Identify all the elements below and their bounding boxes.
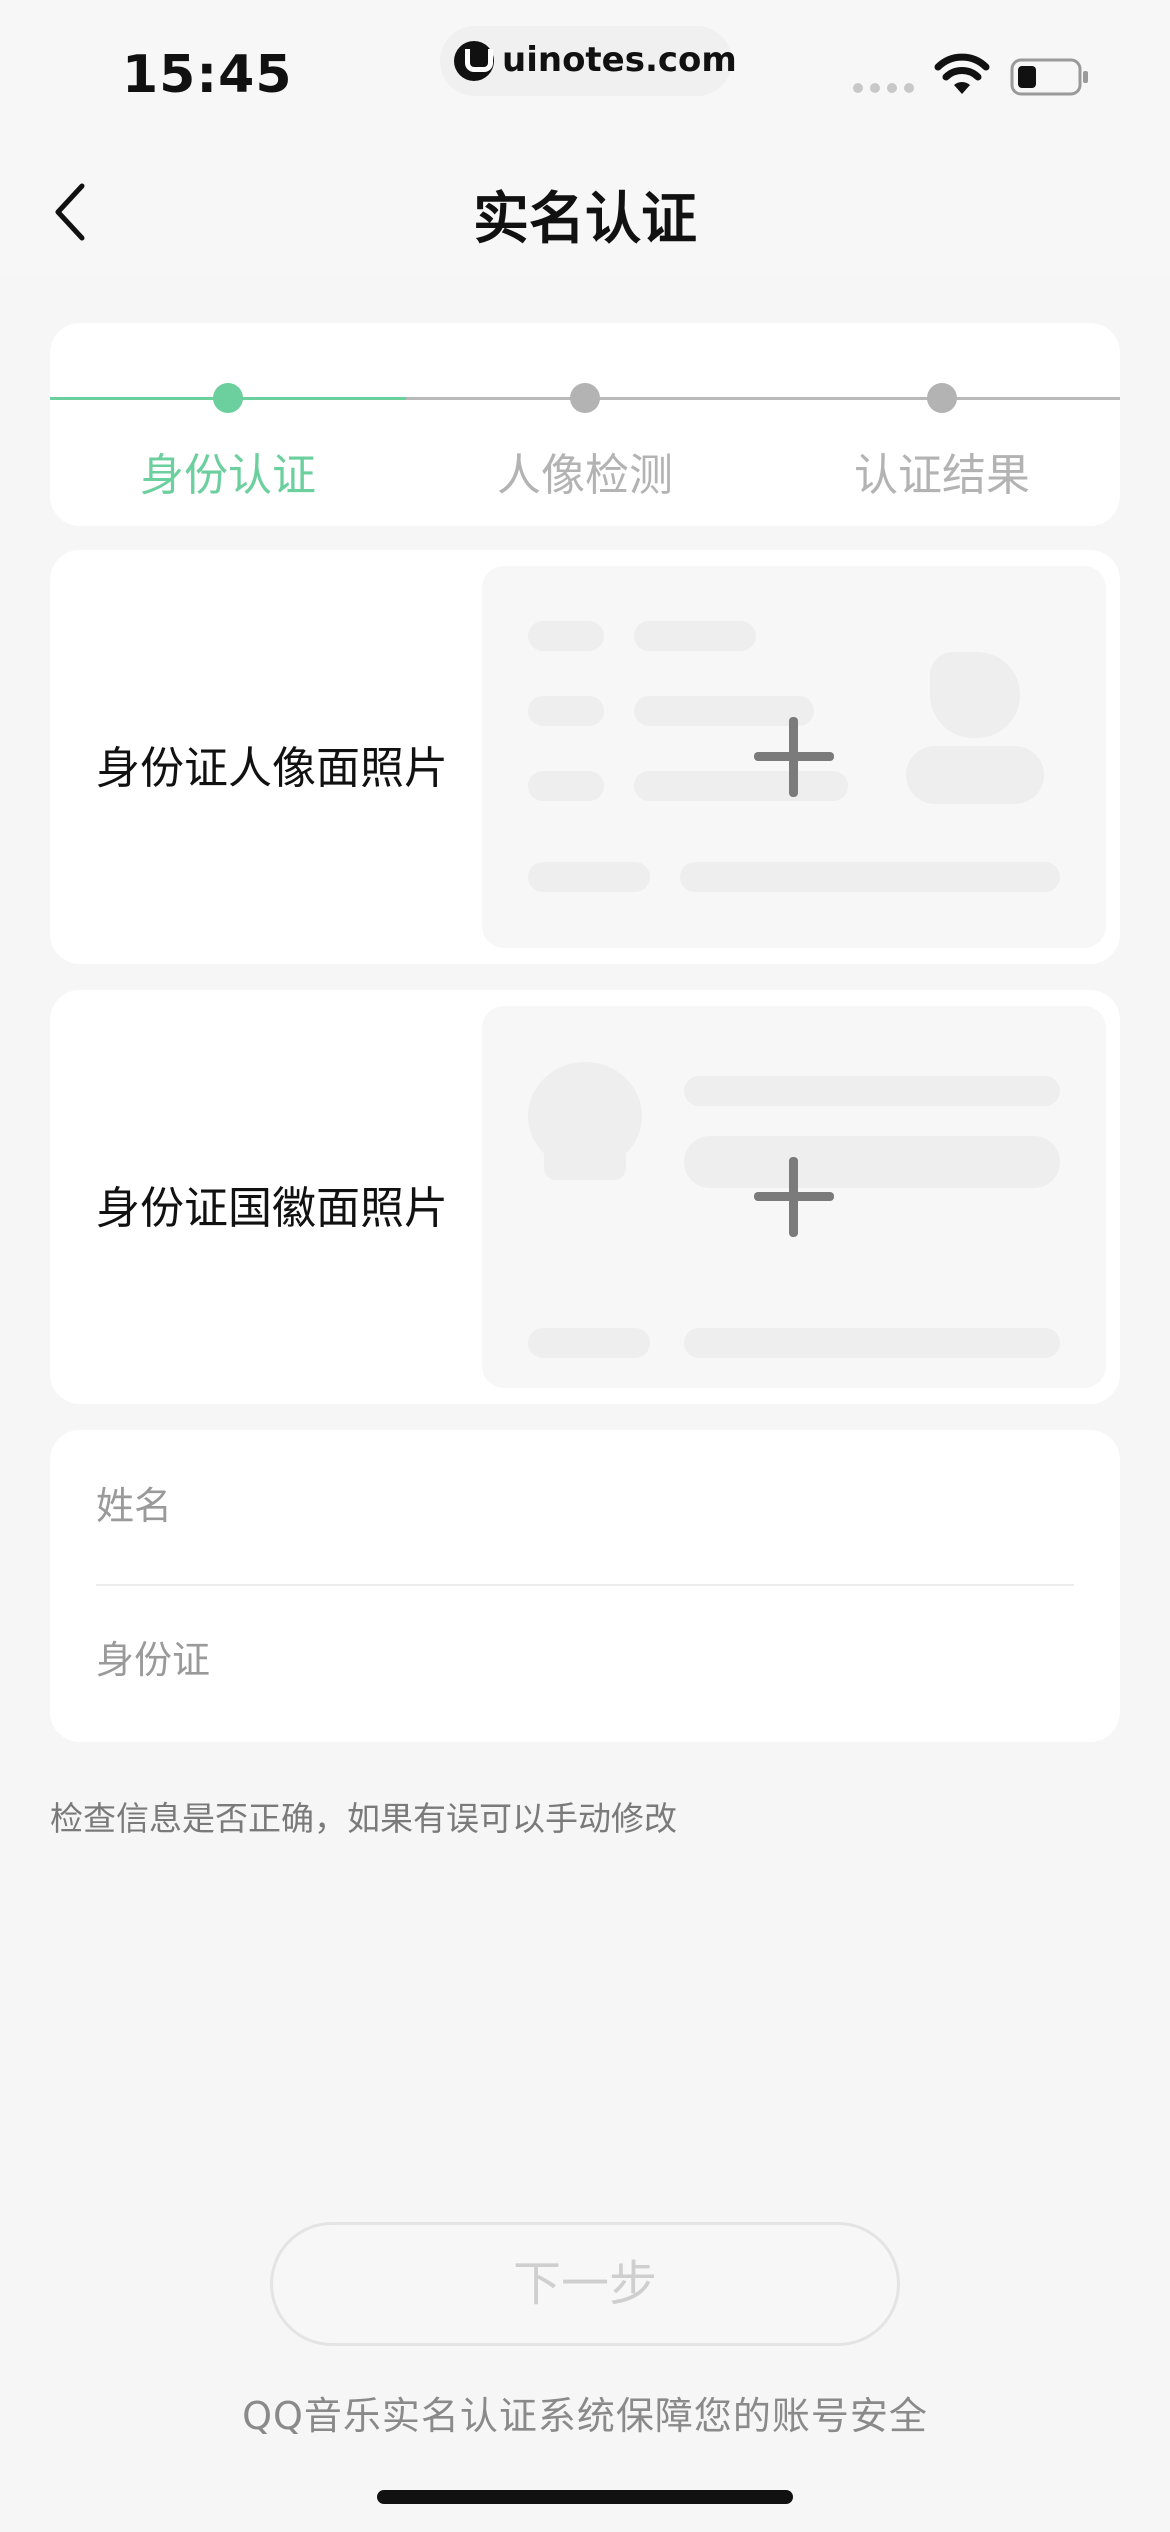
step-label-face: 人像检测 xyxy=(497,450,673,501)
placeholder-line xyxy=(680,862,1060,892)
stepper-card: 身份认证 人像检测 认证结果 xyxy=(50,323,1120,526)
status-bar: 15:45 uinotes.com xyxy=(0,0,1170,140)
placeholder-line xyxy=(528,862,650,892)
id-number-input[interactable] xyxy=(96,1610,1074,1710)
id-back-upload[interactable] xyxy=(482,1006,1106,1388)
site-logo-icon xyxy=(454,41,494,81)
hint-text: 检查信息是否正确，如果有误可以手动修改 xyxy=(50,1799,677,1838)
screen: 15:45 uinotes.com 实名认证 身份认证 人像检测 认证结果 身份… xyxy=(0,0,1170,2532)
wifi-icon xyxy=(934,53,990,94)
portrait-body-placeholder xyxy=(906,746,1044,804)
placeholder-line xyxy=(528,1328,650,1358)
page-title: 实名认证 xyxy=(473,187,697,252)
name-input[interactable] xyxy=(96,1456,1074,1556)
placeholder-line xyxy=(684,1328,1060,1358)
step-dot-identity xyxy=(213,383,243,413)
step-remaining-line xyxy=(406,397,1120,400)
home-indicator[interactable] xyxy=(377,2490,793,2504)
info-form-card xyxy=(50,1430,1120,1742)
status-time: 15:45 xyxy=(122,45,293,105)
id-front-label: 身份证人像面照片 xyxy=(96,743,448,794)
step-dot-face xyxy=(570,383,600,413)
placeholder-line xyxy=(528,771,604,801)
next-step-button[interactable]: 下一步 xyxy=(270,2222,900,2346)
placeholder-line xyxy=(528,621,604,651)
step-label-result: 认证结果 xyxy=(854,450,1030,501)
placeholder-line xyxy=(684,1076,1060,1106)
id-front-upload[interactable] xyxy=(482,566,1106,948)
id-front-card: 身份证人像面照片 xyxy=(50,550,1120,964)
step-label-identity: 身份认证 xyxy=(140,450,316,501)
id-back-card: 身份证国徽面照片 xyxy=(50,990,1120,1404)
battery-icon xyxy=(1010,58,1088,96)
step-dot-result xyxy=(927,383,957,413)
security-note: QQ音乐实名认证系统保障您的账号安全 xyxy=(242,2394,928,2438)
form-divider xyxy=(96,1584,1074,1586)
url-text: uinotes.com xyxy=(502,40,737,80)
url-pill[interactable]: uinotes.com xyxy=(440,26,737,96)
placeholder-line xyxy=(684,1136,1060,1188)
nav-bar: 实名认证 xyxy=(0,140,1170,275)
placeholder-line xyxy=(634,621,756,651)
plus-icon xyxy=(754,1157,834,1237)
emblem-base-placeholder xyxy=(544,1146,626,1180)
plus-icon xyxy=(754,717,834,797)
signal-icon xyxy=(853,83,915,93)
portrait-placeholder-icon xyxy=(930,652,1020,738)
placeholder-line xyxy=(528,696,604,726)
id-back-label: 身份证国徽面照片 xyxy=(96,1183,448,1234)
